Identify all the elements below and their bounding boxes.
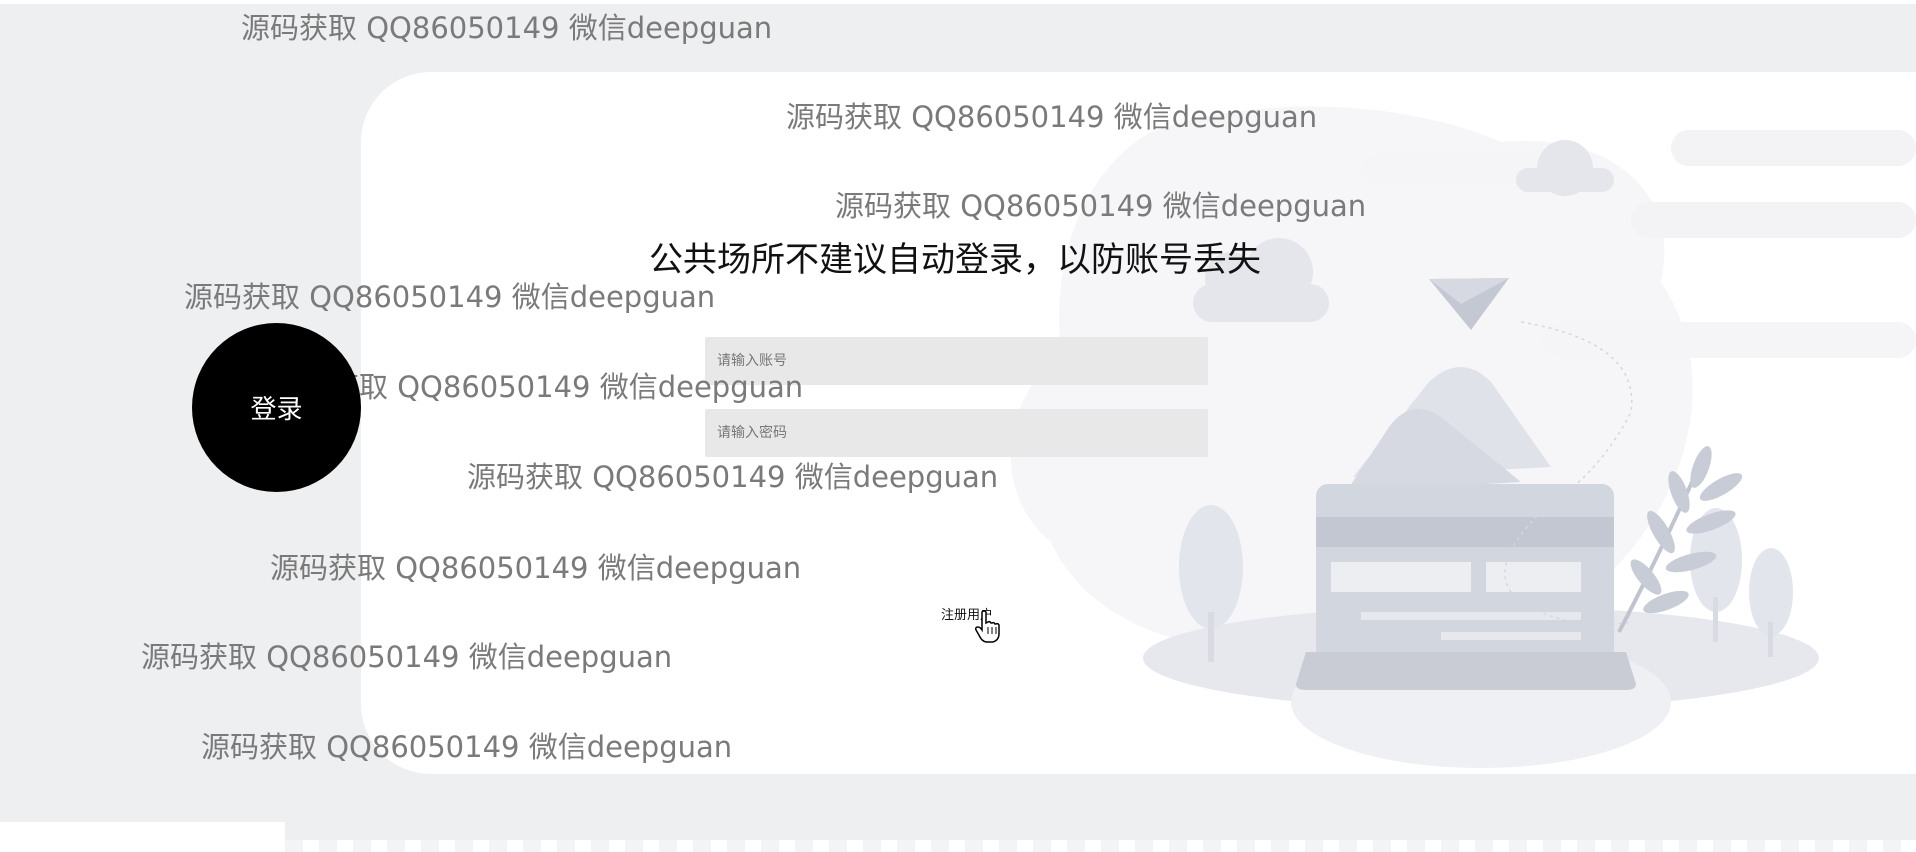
watermark-text: 源码获取 QQ86050149 微信deepguan bbox=[241, 11, 773, 45]
bottom-left-panel bbox=[0, 822, 285, 852]
account-input[interactable] bbox=[705, 337, 1208, 385]
hand-pointer-cursor-icon bbox=[975, 610, 1000, 643]
bottom-strip bbox=[285, 840, 1916, 852]
credit-card-illustration bbox=[1296, 484, 1636, 690]
top-band bbox=[0, 0, 1916, 4]
password-input[interactable] bbox=[705, 409, 1208, 457]
auto-login-notice: 公共场所不建议自动登录，以防账号丢失 bbox=[649, 240, 1261, 280]
login-button[interactable]: 登录 bbox=[192, 323, 361, 492]
